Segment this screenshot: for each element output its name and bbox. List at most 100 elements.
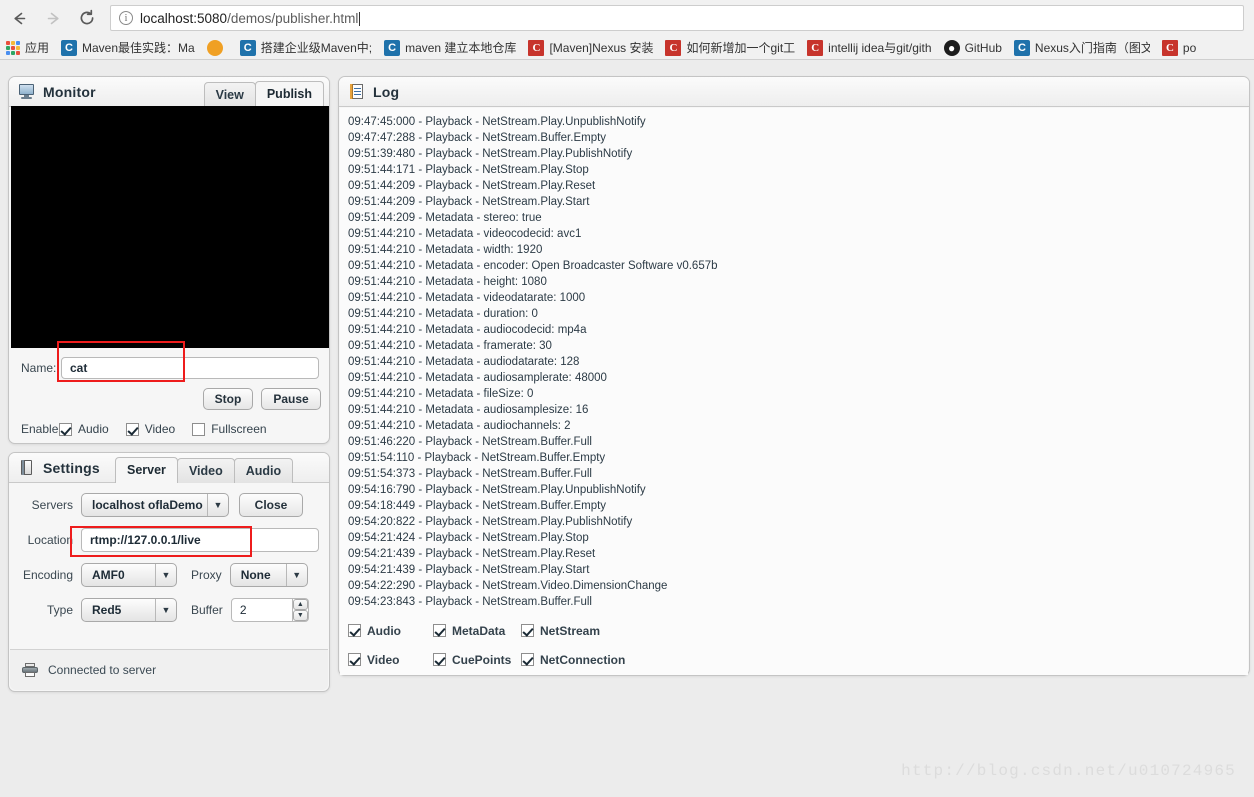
bookmark-item[interactable] [203,38,234,58]
filter-netstream-label: NetStream [540,623,601,638]
filter-cuepoints-checkbox[interactable] [433,653,446,666]
url-host: localhost:5080 [140,10,228,26]
buffer-value[interactable]: 2 [232,603,292,617]
buffer-stepper[interactable]: 2 ▲ ▼ [230,598,309,622]
tab-publish[interactable]: Publish [254,81,324,107]
filter-audio-checkbox[interactable] [348,624,361,637]
toggle-fullscreen[interactable]: Fullscreen [192,422,267,436]
bookmark-item[interactable]: Cmaven 建立本地仓库 [380,38,522,58]
tab-video[interactable]: Video [176,458,235,483]
audio-label: Audio [78,422,109,436]
buffer-spinner[interactable]: ▲ ▼ [291,599,308,621]
tab-server[interactable]: Server [115,457,178,483]
bookmark-label: maven 建立本地仓库 [405,40,517,55]
playback-buttons: Stop Pause [21,388,321,410]
settings-panel: Settings Server Video Audio Servers loca… [8,452,330,692]
video-checkbox[interactable] [125,422,139,436]
servers-select[interactable]: localhost oflaDemo ▼ [81,493,229,517]
encoding-select[interactable]: AMF0 ▼ [81,563,177,587]
github-icon: ● [943,39,960,56]
log-title: Log [373,83,400,100]
filter-netstream-checkbox[interactable] [521,624,534,637]
enable-label: Enable: [21,422,62,436]
bookmark-item[interactable]: Cintellij idea与git/gith [803,38,937,58]
csdn-icon: C [807,39,824,56]
bookmark-item[interactable]: C 搭建企业级Maven中; [236,38,378,58]
settings-tabs: Server Video Audio [115,457,294,483]
filter-cuepoints[interactable]: CuePoints [433,653,521,667]
bookmark-label: po [1182,40,1197,55]
filter-netconnection-checkbox[interactable] [521,653,534,666]
bookmark-item[interactable]: C Nexus入门指南（图文 [1010,38,1156,58]
back-icon[interactable] [4,3,34,33]
close-button[interactable]: Close [239,493,303,517]
name-input[interactable]: cat [61,357,319,379]
filter-video-checkbox[interactable] [348,653,361,666]
bookmark-label: Maven最佳实践：Ma [82,40,195,55]
tab-view[interactable]: View [203,82,256,107]
filter-netconnection[interactable]: NetConnection [521,653,625,667]
bookmark-item[interactable]: 应用 [2,38,55,58]
filter-audio-label: Audio [367,623,401,638]
location-input[interactable]: rtmp://127.0.0.1/live [81,528,319,552]
proxy-select[interactable]: None ▼ [229,563,308,587]
filter-netstream[interactable]: NetStream [521,624,600,638]
enable-row: Enable: Audio Video Fullscreen [21,422,321,436]
bookmark-item[interactable]: C Maven最佳实践：Ma [57,38,201,58]
bookmark-item[interactable]: C 如何新增加一个git工 [661,38,801,58]
log-icon [349,84,365,99]
spinner-down-icon[interactable]: ▼ [292,610,308,621]
filter-metadata[interactable]: MetaData [433,624,521,638]
log-line: 09:54:22:290 - Playback - NetStream.Vide… [348,580,668,592]
filter-video-label: Video [367,652,400,667]
page-info-icon[interactable]: i [119,11,133,25]
fullscreen-label: Fullscreen [211,422,267,436]
type-select[interactable]: Red5 ▼ [81,598,177,622]
settings-icon [19,460,35,475]
chevron-down-icon[interactable]: ▼ [156,564,176,586]
settings-form: Servers localhost oflaDemo ▼ Close Locat… [21,493,321,622]
tab-audio[interactable]: Audio [233,458,294,483]
log-line: 09:51:44:209 - Playback - NetStream.Play… [348,196,590,208]
stop-button[interactable]: Stop [203,388,253,410]
settings-title: Settings [43,459,100,476]
filter-metadata-checkbox[interactable] [433,624,446,637]
filter-video[interactable]: Video [348,653,433,667]
fullscreen-checkbox[interactable] [192,422,206,436]
monitor-panel: Monitor View Publish Name: cat Stop Paus… [8,76,330,444]
pause-button[interactable]: Pause [261,388,321,410]
monitor-title: Monitor [43,83,96,100]
chevron-down-icon[interactable]: ▼ [208,494,228,516]
server-icon [22,663,39,677]
bookmark-item[interactable]: Cpo [1158,38,1202,58]
address-bar[interactable]: i localhost:5080/demos/publisher.html [110,5,1244,31]
bookmark-item[interactable]: C [Maven]Nexus 安装 [524,38,659,58]
log-line: 09:51:54:110 - Playback - NetStream.Buff… [348,452,606,464]
filter-audio[interactable]: Audio [348,624,433,638]
cnblogs-icon: C [1013,39,1030,56]
video-preview[interactable] [11,106,329,348]
log-line: 09:54:16:790 - Playback - NetStream.Play… [348,484,646,496]
servers-row: Servers localhost oflaDemo ▼ Close [21,493,321,517]
toggle-audio[interactable]: Audio [59,422,109,436]
navigation-toolbar: i localhost:5080/demos/publisher.html [0,0,1254,36]
log-filters: Audio MetaData NetStream Video CuePoints… [348,620,638,670]
bookmark-item[interactable]: ● GitHub [940,38,1008,58]
audio-checkbox[interactable] [59,422,72,436]
log-line: 09:51:44:210 - Metadata - audiosamplesiz… [348,404,589,416]
monitor-icon [19,84,35,99]
monitor-controls: Name: cat Stop Pause Enable: Audio Video… [21,357,321,436]
log-line: 09:51:44:210 - Metadata - encoder: Open … [348,260,718,272]
chevron-down-icon[interactable]: ▼ [156,599,176,621]
spinner-up-icon[interactable]: ▲ [292,599,308,610]
log-line: 09:54:21:439 - Playback - NetStream.Play… [348,548,596,560]
reload-icon[interactable] [72,3,102,33]
cnblogs-icon: C [239,39,256,56]
toggle-video[interactable]: Video [125,422,175,436]
smiley-icon [206,39,223,56]
chevron-down-icon[interactable]: ▼ [287,564,307,586]
filter-netconnection-label: NetConnection [540,652,626,667]
bookmark-label: 如何新增加一个git工 [686,40,796,55]
log-entries[interactable]: 09:47:45:000 - Playback - NetStream.Play… [340,108,1248,675]
csdn-icon: C [1161,39,1178,56]
